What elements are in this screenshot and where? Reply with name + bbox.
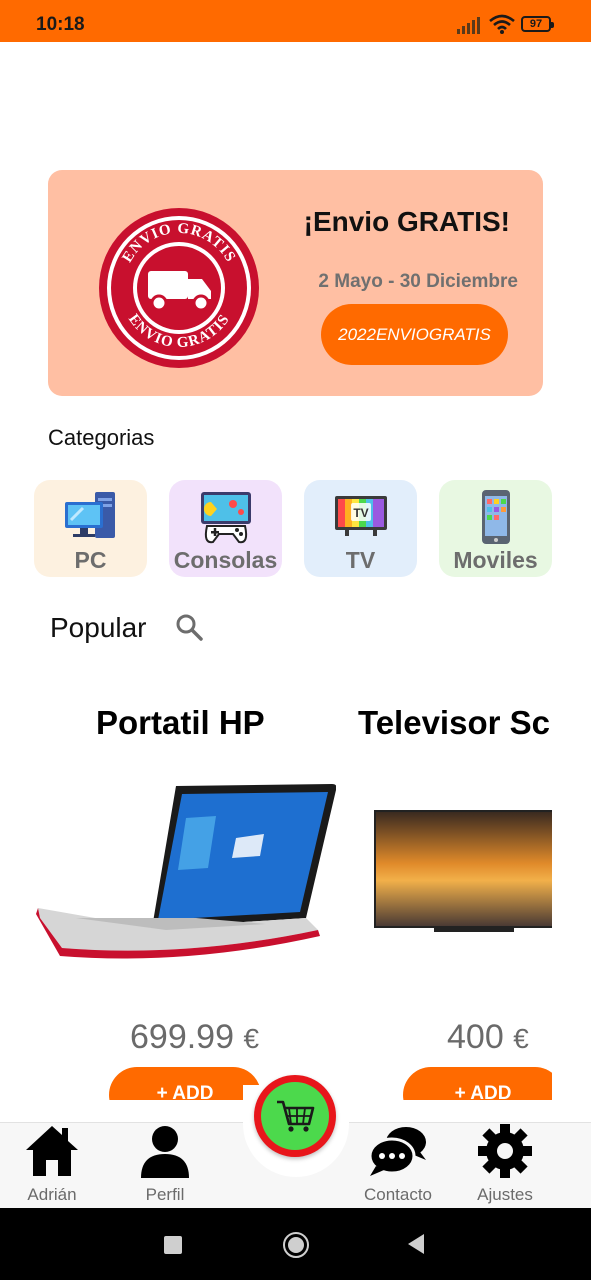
nav-item-ajustes[interactable]: Ajustes bbox=[455, 1124, 555, 1205]
recent-apps-icon[interactable] bbox=[164, 1236, 182, 1254]
category-card-moviles[interactable]: Moviles bbox=[439, 480, 552, 577]
signal-icon bbox=[457, 17, 480, 34]
television-product-image bbox=[374, 810, 552, 932]
category-label: Consolas bbox=[173, 547, 278, 573]
desktop-computer-icon bbox=[64, 492, 115, 538]
nav-label: Perfil bbox=[145, 1185, 185, 1204]
category-label: TV bbox=[345, 547, 376, 573]
product-name: Televisor Sc bbox=[358, 704, 550, 741]
popular-title: Popular bbox=[50, 612, 147, 643]
nav-label: Adrián bbox=[27, 1185, 77, 1204]
promo-title: ¡Envio GRATIS! bbox=[303, 206, 510, 237]
product-price: 699.99 bbox=[130, 1018, 234, 1056]
currency-symbol: € bbox=[513, 1023, 529, 1054]
shopping-basket-icon bbox=[277, 1100, 315, 1132]
nav-item-home[interactable]: Adrián bbox=[2, 1124, 102, 1205]
currency-symbol: € bbox=[243, 1023, 260, 1054]
svg-text:TV: TV bbox=[353, 506, 368, 520]
category-label: Moviles bbox=[453, 547, 538, 573]
product-card[interactable]: Televisor Sc 400 € + ADD bbox=[350, 680, 552, 1100]
wifi-icon bbox=[489, 14, 515, 34]
nav-label: Ajustes bbox=[477, 1185, 533, 1204]
nav-item-contacto[interactable]: Contacto bbox=[348, 1124, 448, 1205]
gamepad-icon bbox=[200, 492, 251, 544]
category-card-consolas[interactable]: Consolas bbox=[169, 480, 282, 577]
battery-icon: 97 bbox=[521, 16, 554, 32]
products-carousel[interactable]: Portatil HP 699.99 € + ADD Televisor Sc bbox=[0, 680, 591, 1100]
smartphone-icon bbox=[481, 490, 510, 544]
laptop-product-image bbox=[36, 784, 336, 959]
category-card-tv[interactable]: TV TV bbox=[304, 480, 417, 577]
back-icon[interactable] bbox=[406, 1233, 426, 1255]
nav-label: Contacto bbox=[363, 1185, 433, 1204]
category-card-pc[interactable]: PC bbox=[34, 480, 147, 577]
category-label: PC bbox=[74, 547, 107, 573]
product-name: Portatil HP bbox=[96, 704, 265, 741]
chat-icon bbox=[368, 1127, 426, 1176]
add-to-cart-button[interactable]: + ADD bbox=[403, 1067, 552, 1100]
product-price: 400 bbox=[447, 1018, 504, 1056]
tv-icon: TV bbox=[334, 496, 387, 536]
product-card[interactable]: Portatil HP 699.99 € + ADD bbox=[24, 680, 336, 1100]
nav-item-perfil[interactable]: Perfil bbox=[115, 1124, 215, 1205]
home-circle-icon[interactable] bbox=[283, 1232, 309, 1258]
gear-icon bbox=[478, 1124, 532, 1178]
promo-dates: 2 Mayo - 30 Diciembre bbox=[318, 271, 518, 292]
home-icon bbox=[26, 1126, 78, 1176]
promo-code-button[interactable]: 2022ENVIOGRATIS bbox=[321, 304, 508, 365]
categories-title: Categorias bbox=[48, 425, 155, 450]
free-shipping-stamp-logo: ENVIO GRATIS ENVIO GRATIS bbox=[99, 208, 259, 368]
cart-button[interactable] bbox=[254, 1075, 336, 1157]
status-time: 10:18 bbox=[36, 14, 85, 35]
person-icon bbox=[141, 1126, 189, 1178]
add-to-cart-button[interactable]: + ADD bbox=[109, 1067, 261, 1100]
search-icon[interactable] bbox=[174, 612, 204, 642]
